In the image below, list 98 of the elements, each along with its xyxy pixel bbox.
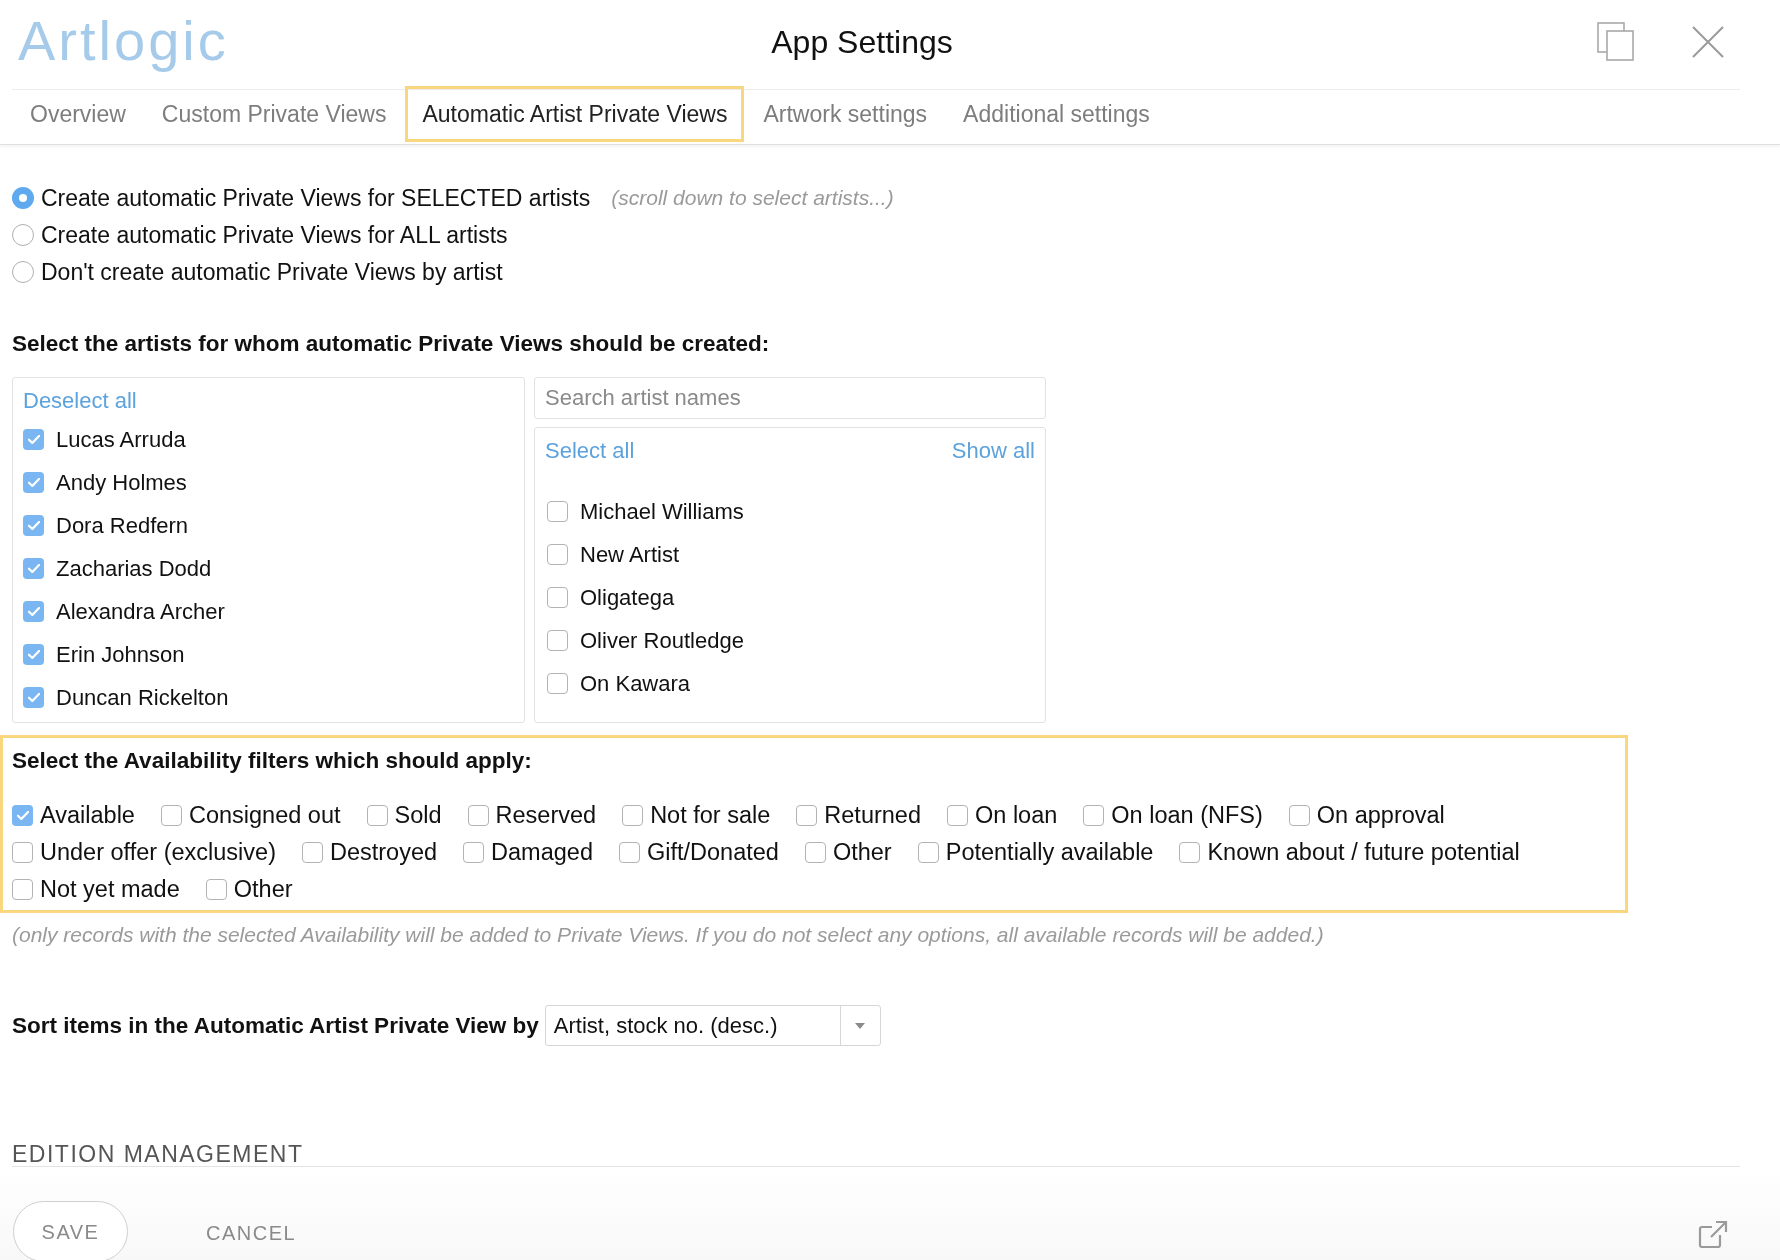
- checkbox[interactable]: [622, 805, 644, 826]
- filter-label: Consigned out: [188, 800, 341, 830]
- checkbox[interactable]: [160, 805, 182, 826]
- sort-label: Sort items in the Automatic Artist Private View by: [12, 1011, 539, 1040]
- checkbox[interactable]: [804, 842, 826, 863]
- filter-label: Reserved: [495, 800, 597, 830]
- checkbox[interactable]: [205, 879, 227, 900]
- filter-label: On loan (NFS): [1111, 800, 1263, 830]
- copy-icon[interactable]: [1597, 22, 1634, 61]
- filter-label: Not yet made: [40, 874, 180, 904]
- section-heading: Select the Availability filters which should apply:: [12, 747, 532, 775]
- filter-label: Sold: [394, 800, 442, 830]
- filter-label: Other: [832, 837, 892, 867]
- close-icon[interactable]: [1692, 25, 1724, 58]
- logo: Artlogic: [18, 8, 229, 73]
- window-title: App Settings: [771, 22, 953, 62]
- checkbox[interactable]: [12, 842, 33, 863]
- filter-label: Known about / future potential: [1207, 837, 1520, 867]
- checkbox[interactable]: [547, 544, 568, 565]
- artist-name: On Kawara: [580, 670, 691, 698]
- checkbox[interactable]: [547, 630, 568, 651]
- checkbox[interactable]: [12, 879, 33, 900]
- checkbox[interactable]: [547, 501, 568, 522]
- checkbox[interactable]: [619, 842, 640, 863]
- artist-name: Duncan Rickelton: [56, 684, 229, 712]
- section-heading: Select the artists for whom automatic Private Views should be created:: [12, 330, 770, 358]
- filter-label: Destroyed: [329, 837, 438, 867]
- checkmark-icon: [27, 564, 40, 573]
- checkbox[interactable]: [23, 515, 44, 536]
- radio-button[interactable]: [12, 186, 34, 209]
- section-title: EDITION MANAGEMENT: [12, 1142, 304, 1166]
- sort-dropdown[interactable]: Artist, stock no. (desc.): [544, 1005, 881, 1046]
- checkbox[interactable]: [547, 673, 568, 694]
- checkbox[interactable]: [1083, 805, 1105, 826]
- filter-label: Gift/Donated: [647, 837, 779, 867]
- show-all-link[interactable]: Show all: [951, 438, 1035, 464]
- checkbox[interactable]: [547, 587, 568, 608]
- checkbox[interactable]: [1288, 805, 1310, 826]
- checkbox[interactable]: [23, 687, 44, 708]
- checkbox[interactable]: [301, 842, 323, 863]
- filter-label: Damaged: [491, 837, 593, 867]
- artist-name: Oliver Routledge: [580, 627, 744, 655]
- checkmark-icon: [27, 693, 40, 702]
- radio-button[interactable]: [12, 260, 34, 283]
- artist-name: Michael Williams: [580, 498, 744, 526]
- checkbox[interactable]: [1179, 842, 1201, 863]
- checkmark-icon: [27, 607, 40, 616]
- checkmark-icon: [16, 811, 29, 820]
- checkmark-icon: [27, 435, 40, 444]
- save-button[interactable]: SAVE: [13, 1201, 128, 1260]
- artist-name: Erin Johnson: [56, 641, 185, 669]
- note-text: (only records with the selected Availability will be added to Private Views. If you do not select any options, all available records will be added.): [12, 922, 1324, 948]
- filter-label: Available: [40, 800, 135, 830]
- checkbox[interactable]: [467, 805, 489, 826]
- artist-name: Andy Holmes: [56, 469, 187, 497]
- radio-label: Don't create automatic Private Views by artist: [41, 257, 503, 286]
- deselect-all-link[interactable]: Deselect all: [23, 388, 137, 414]
- checkbox[interactable]: [12, 805, 33, 826]
- filter-label: Under offer (exclusive): [40, 837, 276, 867]
- caret-icon: [855, 1022, 866, 1029]
- artist-name: Oligatega: [580, 584, 675, 612]
- search-field[interactable]: Search artist names: [534, 377, 1046, 419]
- filter-label: Potentially available: [945, 837, 1154, 867]
- tab[interactable]: Overview: [13, 86, 143, 142]
- radio-label: Create automatic Private Views for SELECTED artists: [41, 183, 591, 212]
- checkbox[interactable]: [366, 805, 388, 826]
- external-link-icon[interactable]: [1698, 1220, 1728, 1248]
- checkbox[interactable]: [23, 429, 44, 450]
- hint-text: (scroll down to select artists...): [611, 184, 894, 211]
- filter-label: Returned: [824, 800, 921, 830]
- checkbox[interactable]: [796, 805, 818, 826]
- artist-name: New Artist: [580, 541, 680, 569]
- tab[interactable]: Additional settings: [946, 86, 1167, 142]
- checkmark-icon: [27, 521, 40, 530]
- checkmark-icon: [27, 478, 40, 487]
- artist-name: Lucas Arruda: [56, 426, 186, 454]
- filter-label: Other: [233, 874, 293, 904]
- radio-button[interactable]: [12, 223, 34, 246]
- cancel-button[interactable]: CANCEL: [190, 1218, 313, 1246]
- artist-name: Alexandra Archer: [56, 598, 225, 626]
- checkbox[interactable]: [917, 842, 939, 863]
- tab[interactable]: Custom Private Views: [144, 86, 404, 142]
- tab[interactable]: Artwork settings: [746, 86, 945, 142]
- checkbox[interactable]: [463, 842, 485, 863]
- checkbox[interactable]: [23, 558, 44, 579]
- checkbox[interactable]: [23, 644, 44, 665]
- checkbox[interactable]: [23, 601, 44, 622]
- select-all-link[interactable]: Select all: [545, 438, 635, 464]
- filter-label: Not for sale: [650, 800, 771, 830]
- checkbox[interactable]: [23, 472, 44, 493]
- filter-label: On loan: [975, 800, 1058, 830]
- radio-label: Create automatic Private Views for ALL artists: [41, 220, 508, 249]
- artist-name: Zacharias Dodd: [56, 555, 212, 583]
- checkmark-icon: [27, 650, 40, 659]
- filter-label: On approval: [1316, 800, 1445, 830]
- tab[interactable]: Automatic Artist Private Views: [405, 86, 745, 142]
- checkbox[interactable]: [947, 805, 968, 826]
- artist-name: Dora Redfern: [56, 512, 189, 540]
